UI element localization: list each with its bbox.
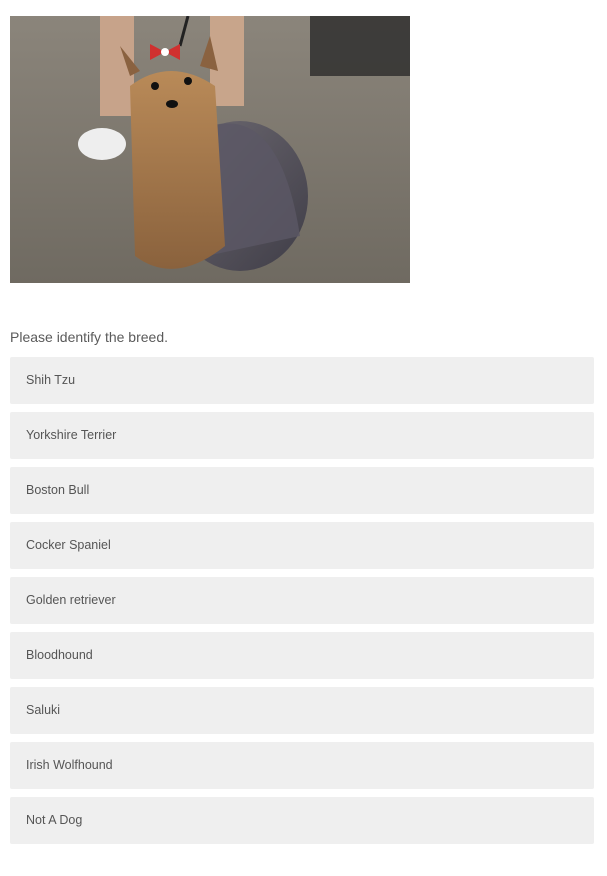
- answer-option-shih-tzu[interactable]: Shih Tzu: [10, 357, 594, 404]
- answer-option-saluki[interactable]: Saluki: [10, 687, 594, 734]
- answer-option-not-a-dog[interactable]: Not A Dog: [10, 797, 594, 844]
- dog-photo: [10, 16, 410, 283]
- question-prompt: Please identify the breed.: [10, 329, 168, 345]
- answer-option-golden-retriever[interactable]: Golden retriever: [10, 577, 594, 624]
- answer-option-irish-wolfhound[interactable]: Irish Wolfhound: [10, 742, 594, 789]
- answer-option-cocker-spaniel[interactable]: Cocker Spaniel: [10, 522, 594, 569]
- answer-list: Shih Tzu Yorkshire Terrier Boston Bull C…: [10, 357, 594, 844]
- answer-option-boston-bull[interactable]: Boston Bull: [10, 467, 594, 514]
- quiz-container: Please identify the breed. Shih Tzu York…: [10, 16, 594, 852]
- answer-option-yorkshire-terrier[interactable]: Yorkshire Terrier: [10, 412, 594, 459]
- answer-option-bloodhound[interactable]: Bloodhound: [10, 632, 594, 679]
